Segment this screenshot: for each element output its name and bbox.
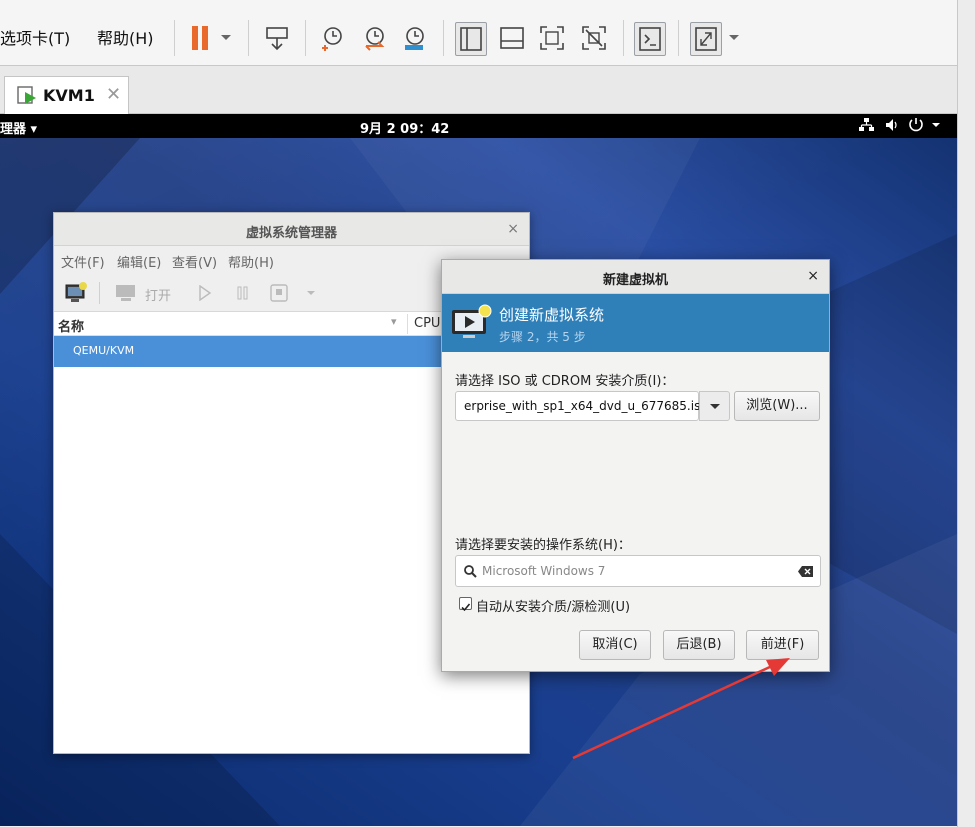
cancel-button[interactable]: 取消(C) (579, 630, 651, 660)
chevron-down-icon (932, 123, 940, 127)
revert-snapshot-icon[interactable] (359, 22, 389, 54)
fullscreen-icon[interactable] (537, 22, 567, 54)
pause-icon[interactable] (186, 22, 216, 54)
tab-kvm1[interactable]: KVM1 ✕ (4, 76, 129, 114)
os-label: 请选择要安装的操作系统(H)： (455, 538, 631, 553)
chevron-down-icon[interactable] (306, 290, 316, 298)
power-icon (909, 118, 923, 132)
os-search-input[interactable]: Microsoft Windows 7 (455, 555, 821, 587)
iso-path-value: erprise_with_sp1_x64_dvd_u_677685.iso (464, 399, 708, 413)
stretch-guest-button[interactable] (690, 22, 722, 56)
chevron-down-icon[interactable]: ▾ (391, 315, 397, 328)
separator (305, 20, 306, 56)
view-thumbnail-icon[interactable] (497, 22, 527, 54)
close-icon[interactable]: ✕ (106, 84, 121, 105)
os-search-placeholder: Microsoft Windows 7 (482, 564, 606, 578)
banner-heading: 创建新虚拟系统 (499, 306, 605, 324)
play-icon[interactable] (198, 285, 212, 301)
screen: 选项卡(T) 帮助(H) KVM1 ✕ 理器 ▾ 9月 2 09：42 虚拟系统… (0, 0, 975, 827)
new-vm-dialog: 新建虚拟机 × 创建新虚拟系统 步骤 2，共 5 步 请选择 ISO 或 CDR… (441, 259, 830, 672)
send-keys-icon[interactable] (262, 22, 292, 54)
back-button[interactable]: 后退(B) (663, 630, 735, 660)
dialog-banner: 创建新虚拟系统 步骤 2，共 5 步 (442, 294, 829, 352)
monitor-icon (116, 285, 135, 301)
adjacent-window-edge (957, 0, 975, 827)
column-cpu[interactable]: CPU (414, 316, 440, 331)
forward-button[interactable]: 前进(F) (746, 630, 819, 660)
iso-dropdown-button[interactable] (699, 391, 730, 421)
iso-label: 请选择 ISO 或 CDROM 安装介质(I)： (455, 374, 675, 389)
tab-strip: KVM1 ✕ (0, 66, 957, 114)
menu-help[interactable]: 帮助(H) (97, 25, 154, 49)
separator (623, 20, 624, 56)
chevron-down-icon (710, 404, 720, 409)
new-vm-icon[interactable] (64, 282, 88, 304)
console-view-button[interactable] (634, 22, 666, 56)
snapshot-manager-icon[interactable] (399, 22, 429, 54)
tab-label: KVM1 (43, 86, 95, 105)
chevron-down-icon[interactable] (214, 22, 238, 54)
dialog-title: 新建虚拟机 (602, 273, 668, 288)
clock[interactable]: 9月 2 09：42 (360, 118, 449, 137)
vm-display[interactable]: 理器 ▾ 9月 2 09：42 虚拟系统管理器 × 文件(F) 编辑(E) 查看… (0, 114, 957, 826)
autodetect-checkbox[interactable] (459, 597, 472, 612)
separator (248, 20, 249, 56)
separator (678, 20, 679, 56)
activities-app-menu[interactable]: 理器 ▾ (0, 118, 37, 137)
chevron-down-icon[interactable] (724, 22, 744, 54)
separator (174, 20, 175, 56)
menu-help[interactable]: 帮助(H) (228, 252, 274, 271)
menu-file[interactable]: 文件(F) (61, 252, 105, 271)
close-icon[interactable]: × (507, 221, 519, 237)
menu-tabs[interactable]: 选项卡(T) (0, 25, 70, 49)
browse-button[interactable]: 浏览(W)... (734, 391, 820, 421)
menu-view[interactable]: 查看(V) (172, 252, 217, 271)
column-name[interactable]: 名称 (58, 316, 84, 335)
separator (99, 282, 100, 304)
network-icon (859, 118, 874, 131)
volume-icon (886, 119, 897, 131)
vmware-toolbar: 选项卡(T) 帮助(H) (0, 0, 957, 66)
snapshot-icon[interactable] (317, 22, 347, 54)
pause-icon[interactable] (236, 286, 250, 300)
checkmark-icon (461, 603, 471, 612)
iso-path-combobox[interactable]: erprise_with_sp1_x64_dvd_u_677685.iso (455, 391, 708, 421)
vm-running-icon (17, 86, 36, 104)
view-sidebar-toggle[interactable] (455, 22, 487, 56)
autodetect-label[interactable]: 自动从安装介质/源检测(U) (476, 596, 630, 615)
close-icon[interactable]: × (807, 268, 819, 284)
unity-icon[interactable] (579, 22, 609, 54)
system-status-area[interactable] (858, 117, 944, 137)
separator (443, 20, 444, 56)
dialog-titlebar[interactable]: 新建虚拟机 × (442, 260, 829, 294)
separator (407, 314, 408, 334)
vmm-titlebar[interactable]: 虚拟系统管理器 × (54, 213, 529, 246)
menu-edit[interactable]: 编辑(E) (117, 252, 161, 271)
search-icon (464, 565, 477, 578)
banner-step: 步骤 2，共 5 步 (499, 330, 586, 344)
gnome-top-bar: 理器 ▾ 9月 2 09：42 (0, 114, 957, 138)
open-button[interactable]: 打开 (145, 285, 171, 304)
shutdown-icon[interactable] (270, 284, 288, 302)
vmm-title: 虚拟系统管理器 (245, 226, 337, 241)
new-vm-icon (452, 304, 492, 338)
connection-name: QEMU/KVM (73, 344, 135, 357)
clear-icon[interactable] (798, 566, 813, 577)
